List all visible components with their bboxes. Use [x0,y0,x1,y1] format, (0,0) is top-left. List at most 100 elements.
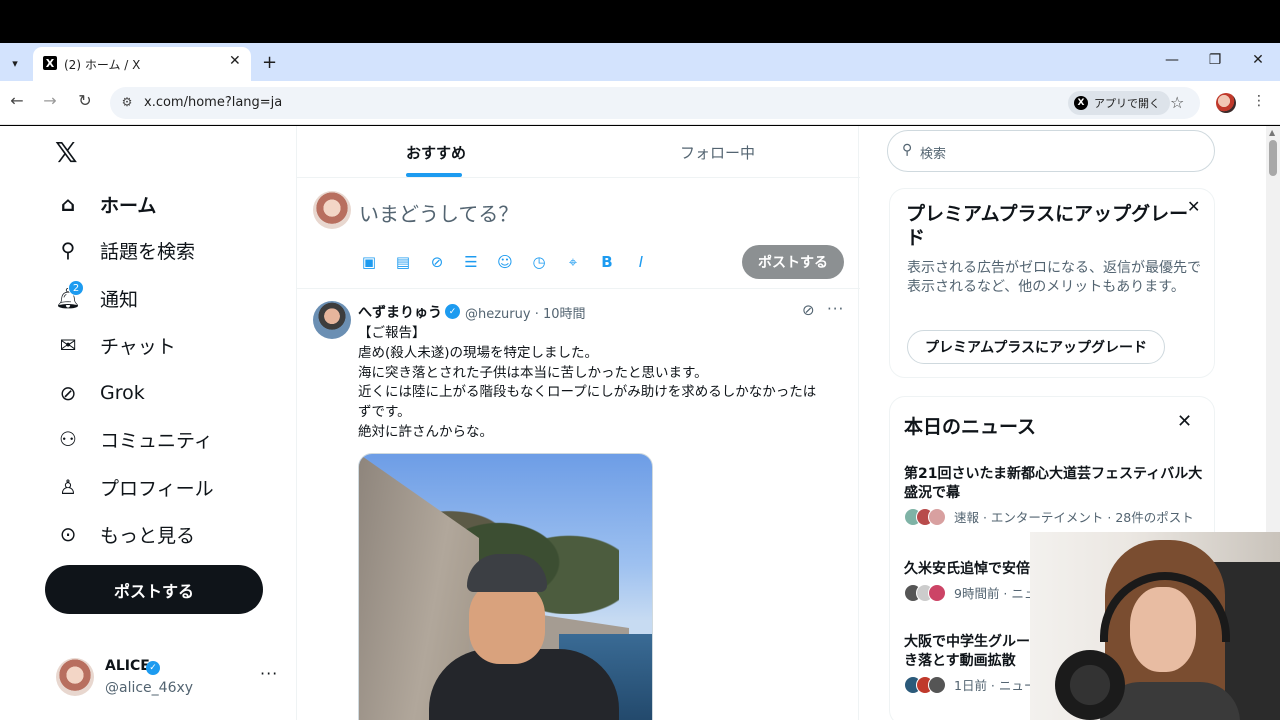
account-handle: @alice_46xy [105,680,194,696]
search-box[interactable]: ⚲ 検索 [887,130,1215,172]
tweet-author-name[interactable]: へずまりゅう [358,302,442,322]
home-icon: ⌂ [60,192,76,216]
news-avatars [904,675,946,694]
photo-face [469,582,545,664]
open-in-app-button[interactable]: X アプリで開く [1068,91,1170,115]
emoji-icon[interactable]: ☺ [495,252,515,272]
italic-icon[interactable]: I [631,252,651,272]
news-avatars [904,583,946,602]
nav-profile[interactable]: ♙ プロフィール [56,467,214,507]
news-headline: 第21回さいたま新都心大道芸フェスティバル大盛況で幕 [904,466,1203,501]
nav-profile-label: プロフィール [100,477,214,500]
nav-communities-label: コミュニティ [100,429,213,452]
location-icon[interactable]: ⌖ [563,252,583,272]
bold-icon[interactable]: B [597,252,617,272]
grok-icon: ⊘ [59,381,77,405]
tweet-photo[interactable] [358,453,653,720]
account-more-icon[interactable]: ··· [260,664,278,683]
gif-icon[interactable]: ▤ [393,252,413,272]
account-name: ALICE [105,658,150,674]
bookmark-star-icon[interactable]: ☆ [1170,93,1184,112]
poll-icon[interactable]: ☰ [461,252,481,272]
address-bar-row: ← → ↻ ⚙ x.com/home?lang=ja X アプリで開く ☆ ⋮ [0,81,1280,125]
grok-icon[interactable]: ⊘ [802,301,815,319]
schedule-icon[interactable]: ◷ [529,252,549,272]
minimize-icon[interactable]: — [1162,52,1182,68]
search-icon: ⚲ [902,142,913,158]
composer-toolbar: ▣ ▤ ⊘ ☰ ☺ ◷ ⌖ B I [359,252,651,272]
notification-badge: 2 [68,280,84,296]
tweet-avatar[interactable] [313,301,351,339]
image-icon[interactable]: ▣ [359,252,379,272]
nav-home[interactable]: ⌂ ホーム [56,184,157,224]
close-icon[interactable]: ✕ [1187,197,1200,216]
people-icon: ⚇ [59,427,77,451]
nav-grok[interactable]: ⊘ Grok [56,373,145,413]
nav-explore[interactable]: ⚲ 話題を検索 [56,230,195,270]
browser-tab[interactable]: X (2) ホーム / X ✕ [33,47,251,81]
composer-post-button[interactable]: ポストする [742,245,844,279]
url-text[interactable]: x.com/home?lang=ja [144,95,282,110]
news-meta: 9時間前 · ニュ [954,586,1037,601]
tweet-line: 海に突き落とされた子供は本当に苦しかったと思います。 [358,364,708,381]
post-composer: いまどうしてる？ ▣ ▤ ⊘ ☰ ☺ ◷ ⌖ B I ポストする [297,178,860,289]
search-icon: ⚲ [60,238,76,262]
reload-icon[interactable]: ↻ [74,91,96,110]
tweet-more-icon[interactable]: ··· [827,300,844,318]
tweet[interactable]: へずまりゅう ✓ @hezuruy · 10時間 ⊘ ··· 【ご報告】 虐め(… [297,289,860,720]
search-input[interactable]: 検索 [920,143,946,162]
back-icon[interactable]: ← [6,91,28,110]
nav-chat[interactable]: ✉ チャット [56,325,176,365]
verified-badge-icon: ✓ [146,661,160,675]
tweet-handle-time[interactable]: @hezuruy · 10時間 [465,303,586,322]
post-button[interactable]: ポストする [45,565,263,614]
nav-home-label: ホーム [100,194,157,217]
active-tab-indicator [406,173,462,177]
tweet-line: 絶対に許さんからな。 [358,423,493,440]
new-tab-icon[interactable]: + [262,52,277,73]
open-in-app-label: アプリで開く [1094,97,1160,110]
nav-explore-label: 話題を検索 [100,240,196,263]
composer-input[interactable]: いまどうしてる？ [359,198,518,227]
news-meta: 1日前 · ニュー [954,678,1037,693]
restore-icon[interactable]: ❐ [1205,52,1225,68]
tab-search-menu-icon[interactable]: ▾ [3,51,27,75]
verified-badge-icon: ✓ [445,304,460,319]
person-icon: ♙ [59,475,77,499]
scroll-thumb[interactable] [1269,140,1277,176]
news-meta: 速報 · エンターテイメント · 28件のポスト [954,510,1194,525]
browser-menu-icon[interactable]: ⋮ [1252,93,1266,109]
photo-person [429,554,619,720]
tweet-line: 虐め(殺人未遂)の現場を特定しました。 [358,344,599,361]
scroll-up-icon[interactable]: ▲ [1269,128,1275,137]
nav-more[interactable]: ⊙ もっと見る [56,514,195,554]
close-icon[interactable]: ✕ [1177,411,1192,432]
tweet-line: 【ご報告】 [358,325,426,341]
forward-icon[interactable]: → [39,91,61,110]
nav-communities[interactable]: ⚇ コミュニティ [56,419,213,459]
close-window-icon[interactable]: ✕ [1248,52,1268,68]
x-logo-icon[interactable]: 𝕏 [55,136,78,169]
tweet-text: 【ご報告】 虐め(殺人未遂)の現場を特定しました。 海に突き落とされた子供は本当… [358,324,844,443]
tab-title: (2) ホーム / X [64,58,141,72]
tab-following[interactable]: フォロー中 [680,142,755,163]
tweet-line: ずです。 [358,404,411,421]
composer-avatar [313,191,351,229]
mail-icon: ✉ [59,333,77,357]
tab-for-you[interactable]: おすすめ [406,142,466,163]
site-settings-icon[interactable]: ⚙ [119,95,135,111]
nav-more-label: もっと見る [100,524,196,547]
account-avatar [56,658,94,696]
premium-upgrade-button[interactable]: プレミアムプラスにアップグレード [907,330,1165,364]
premium-description: 表示される広告がゼロになる、返信が最優先で表示されるなど、他のメリットもあります… [907,260,1201,295]
premium-title: プレミアムプラスにアップグレード [906,203,1189,249]
nav-notifications[interactable]: 🔔︎ 2 通知 [55,278,138,318]
news-item[interactable]: 第21回さいたま新都心大道芸フェスティバル大盛況で幕 速報 · エンターテイメン… [904,465,1209,526]
account-switcher[interactable]: ALICE ✓ @alice_46xy ··· [56,656,281,696]
timeline-column: おすすめ フォロー中 いまどうしてる？ ▣ ▤ ⊘ ☰ ☺ ◷ ⌖ B I ポス… [296,126,860,720]
browser-profile-avatar[interactable] [1216,93,1236,113]
omnibox[interactable]: ⚙ x.com/home?lang=ja X アプリで開く ☆ [110,87,1200,119]
tab-close-icon[interactable]: ✕ [229,53,241,69]
grok-icon[interactable]: ⊘ [427,252,447,272]
bell-icon: 🔔︎ 2 [55,280,84,310]
